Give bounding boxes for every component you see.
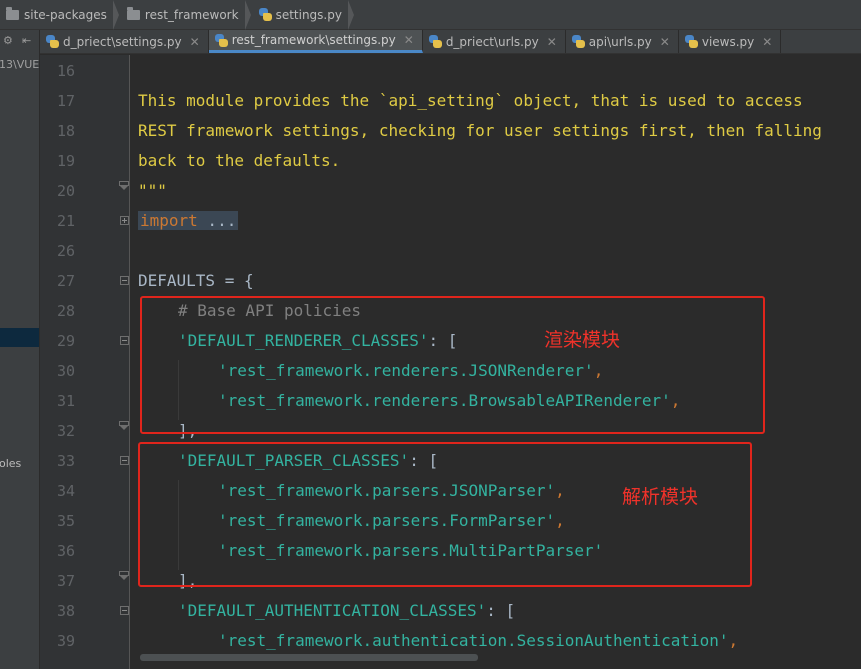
line-number: 27 [56, 272, 75, 290]
breadcrumb-item-settings[interactable]: settings.py [257, 0, 360, 30]
breadcrumb-separator-icon [244, 0, 251, 30]
line-number: 34 [56, 482, 75, 500]
python-file-icon [258, 8, 272, 21]
project-path[interactable]: 13\VUE [0, 58, 39, 71]
python-file-icon [571, 35, 585, 48]
tab-rest-framework-settings[interactable]: rest_framework\settings.py ✕ [208, 30, 423, 53]
line-number: 30 [56, 362, 75, 380]
line-number: 29 [56, 332, 75, 350]
tab-label: d_priect\settings.py [63, 34, 182, 49]
breadcrumb-label: rest_framework [144, 7, 239, 22]
close-icon[interactable]: ✕ [660, 35, 670, 49]
parser-annotation-label: 解析模块 [622, 486, 699, 508]
code-line[interactable]: 'DEFAULT_AUTHENTICATION_CLASSES': [ [178, 596, 515, 626]
punctuation-token: = { [215, 271, 254, 290]
python-file-icon [46, 35, 59, 48]
line-number: 26 [56, 242, 75, 260]
code-line[interactable]: """ [138, 176, 167, 206]
breadcrumb-separator-icon [112, 0, 119, 30]
python-file-icon [214, 33, 228, 47]
tab-label: views.py [701, 34, 755, 49]
breadcrumb-item-rest-framework[interactable]: rest_framework [125, 0, 257, 30]
code-line[interactable]: REST framework settings, checking for us… [138, 116, 822, 146]
tab-d-priect-settings[interactable]: d_priect\settings.py ✕ [40, 30, 209, 53]
tab-views[interactable]: views.py ✕ [679, 30, 782, 53]
line-number: 21 [56, 212, 75, 230]
fold-end-icon[interactable] [119, 571, 131, 581]
folder-icon [6, 6, 19, 20]
punctuation-token: , [728, 631, 739, 650]
line-number: 28 [56, 302, 75, 320]
tab-api-urls[interactable]: api\urls.py ✕ [566, 30, 679, 53]
close-icon[interactable]: ✕ [547, 35, 557, 49]
code-line[interactable]: This module provides the `api_setting` o… [138, 86, 803, 116]
breadcrumb: site-packages rest_framework settings.py [0, 0, 861, 30]
fold-collapse-icon[interactable] [120, 336, 129, 345]
breadcrumb-separator-icon [347, 0, 354, 30]
line-number: 37 [56, 572, 75, 590]
collapse-icon[interactable]: ⇤ [22, 34, 31, 47]
code-line[interactable]: 'rest_framework.authentication.SessionAu… [218, 626, 738, 656]
horizontal-scrollbar[interactable] [140, 654, 478, 661]
tab-label: rest_framework\settings.py [231, 33, 396, 47]
keyword-token: import [140, 211, 198, 230]
string-token: 'DEFAULT_AUTHENTICATION_CLASSES' [178, 601, 487, 620]
tab-label: api\urls.py [588, 34, 652, 49]
line-number: 20 [56, 182, 75, 200]
code-line[interactable]: back to the defaults. [138, 146, 340, 176]
close-icon[interactable]: ✕ [404, 33, 414, 47]
line-number: 32 [56, 422, 75, 440]
fold-end-icon[interactable] [119, 181, 131, 191]
editor-tabs: d_priect\settings.py ✕ rest_framework\se… [40, 30, 861, 54]
line-number: 36 [56, 542, 75, 560]
fold-collapse-icon[interactable] [120, 606, 129, 615]
fold-expand-icon[interactable] [120, 216, 129, 225]
line-number: 35 [56, 512, 75, 530]
line-number: 39 [56, 632, 75, 650]
line-number: 16 [56, 62, 75, 80]
python-file-icon [684, 35, 698, 48]
identifier-token: DEFAULTS [138, 271, 216, 290]
breadcrumb-label: site-packages [24, 7, 107, 22]
breadcrumb-item-site-packages[interactable]: site-packages [4, 0, 125, 30]
parser-annotation-box [138, 442, 752, 587]
string-token: 'rest_framework.authentication.SessionAu… [218, 631, 729, 650]
renderer-annotation-box [140, 296, 765, 434]
line-number: 19 [56, 152, 75, 170]
project-panel: ⚙ ⇤ 13\VUE oles [0, 30, 40, 669]
fold-collapse-icon[interactable] [120, 456, 129, 465]
fold-collapse-icon[interactable] [120, 276, 129, 285]
punctuation-token: : [ [486, 601, 516, 620]
line-number: 18 [56, 122, 75, 140]
close-icon[interactable]: ✕ [190, 35, 200, 49]
line-number: 31 [56, 392, 75, 410]
folder-icon [126, 6, 140, 20]
settings-icon[interactable]: ⚙ [3, 34, 13, 47]
folded-placeholder[interactable]: ... [198, 211, 236, 230]
breadcrumb-label: settings.py [275, 7, 342, 22]
code-line[interactable]: DEFAULTS = { [138, 266, 254, 296]
python-file-icon [428, 35, 442, 48]
tab-d-priect-urls[interactable]: d_priect\urls.py ✕ [423, 30, 566, 53]
line-number: 38 [56, 602, 75, 620]
line-number: 33 [56, 452, 75, 470]
fold-end-icon[interactable] [119, 421, 131, 431]
tab-label: d_priect\urls.py [445, 34, 539, 49]
line-number: 17 [56, 92, 75, 110]
code-line[interactable]: import ... [138, 206, 239, 236]
selected-tree-row[interactable] [0, 328, 39, 347]
project-tree-item[interactable]: oles [0, 457, 21, 470]
renderer-annotation-label: 渲染模块 [544, 329, 621, 351]
close-icon[interactable]: ✕ [762, 35, 772, 49]
